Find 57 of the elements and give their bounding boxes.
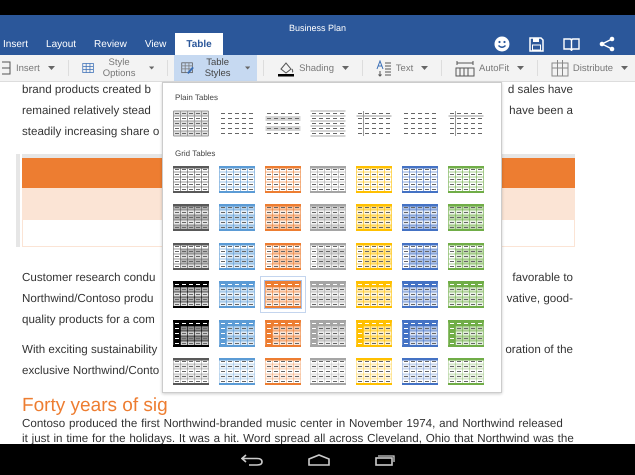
smiley-icon[interactable] (494, 36, 510, 52)
table-style-option[interactable] (172, 242, 210, 270)
back-icon[interactable] (240, 454, 262, 466)
ribbon-button[interactable]: Table Styles (174, 55, 258, 81)
body-text: oration of the (505, 343, 573, 356)
table-style-option[interactable] (172, 318, 210, 348)
distribute-columns-icon (550, 60, 569, 76)
table-style-option[interactable] (172, 280, 210, 309)
body-text: Northwind/Contoso produ (22, 292, 154, 305)
ribbon-tab[interactable]: Table (175, 33, 223, 55)
text-direction-icon (376, 60, 392, 76)
section-heading: Forty years of sig (22, 395, 169, 416)
insert-icon (2, 60, 12, 76)
caret-icon (48, 66, 55, 70)
recents-icon[interactable] (374, 454, 394, 466)
table-brush-icon (180, 60, 194, 76)
caret-icon (342, 66, 349, 70)
body-text: favorable to (512, 271, 573, 284)
ribbon-button[interactable]: Insert (0, 55, 62, 81)
body-text: quality products for a com (22, 313, 155, 326)
table-style-option[interactable] (172, 203, 210, 232)
home-icon[interactable] (308, 454, 330, 466)
body-text: steadily increasing share o (22, 125, 160, 138)
body-text: remained relatively stead (22, 104, 151, 117)
caret-icon (517, 66, 524, 70)
table-grid-icon (82, 60, 94, 76)
body-text: have been a (509, 104, 573, 117)
book-icon[interactable] (563, 36, 580, 52)
caret-icon (621, 66, 628, 70)
caret-icon (245, 66, 250, 70)
window-title: Business Plan (288, 23, 346, 33)
ribbon-button[interactable]: AutoFit (448, 55, 532, 81)
paint-bucket-icon (277, 60, 296, 76)
caret-icon (421, 66, 428, 70)
ribbon-tab[interactable]: View (136, 33, 176, 55)
ribbon-tab[interactable]: Review (85, 33, 136, 55)
caret-icon (148, 66, 154, 70)
gallery-section-title: Grid Tables (175, 148, 216, 158)
ribbon-tab[interactable]: Layout (37, 33, 86, 55)
body-text: Customer research condu (22, 271, 156, 284)
ribbon-button[interactable]: Shading (270, 55, 356, 81)
column-width-icon (455, 60, 476, 76)
body-text: exclusive Northwind/Conto (22, 364, 160, 377)
save-icon[interactable] (529, 36, 544, 52)
body-text: Contoso produced the first Northwind-branded music center in November 1974, and Northwind released (22, 416, 564, 432)
gallery-section-title: Plain Tables (175, 93, 219, 102)
body-text: brand products created b (22, 83, 151, 96)
body-text: vative, good- (506, 292, 573, 305)
ribbon-button[interactable]: Distribute (544, 55, 635, 81)
table-style-option[interactable] (172, 164, 210, 194)
table-style-option[interactable] (172, 357, 210, 386)
ribbon-tab[interactable]: Insert (0, 33, 38, 55)
body-text: d sales have (508, 83, 573, 96)
ribbon-button[interactable]: Style Options (74, 55, 161, 81)
ribbon-button[interactable]: Text (368, 55, 436, 81)
body-text: With exciting sustainability (22, 343, 158, 356)
share-icon[interactable] (599, 36, 615, 52)
